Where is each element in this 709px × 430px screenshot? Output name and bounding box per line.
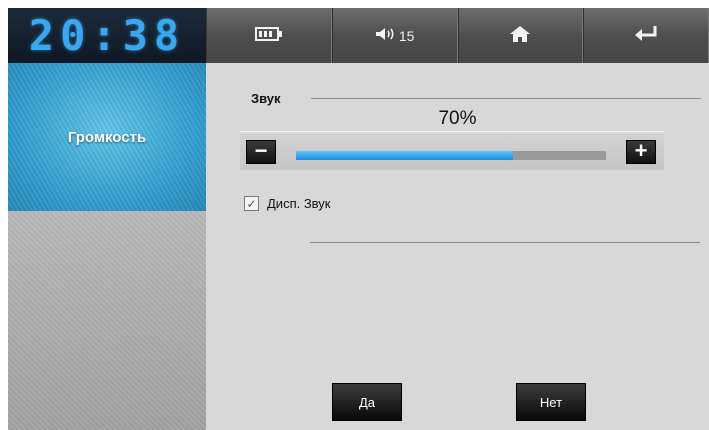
volume-slider-fill: [296, 151, 513, 160]
section-divider-bottom: [310, 242, 700, 243]
display-sound-row[interactable]: ✓ Дисп. Звук: [244, 196, 331, 211]
display-sound-label: Дисп. Звук: [267, 196, 331, 211]
increase-volume-button[interactable]: +: [626, 140, 656, 164]
volume-settings-panel: Звук 70% − + ✓ Дисп. Звук Да Нет: [206, 63, 709, 430]
yes-button[interactable]: Да: [332, 383, 402, 421]
speaker-icon: [375, 27, 397, 44]
back-arrow-icon: [633, 25, 659, 46]
battery-button[interactable]: [206, 8, 332, 63]
volume-percent: 70%: [438, 108, 477, 129]
clock-display: 20:38: [8, 8, 206, 63]
display-sound-checkbox[interactable]: ✓: [244, 196, 259, 211]
decrease-volume-button[interactable]: −: [246, 140, 276, 164]
no-button[interactable]: Нет: [516, 383, 586, 421]
volume-button[interactable]: 15: [331, 8, 458, 63]
top-bar: 15: [206, 8, 709, 63]
volume-slider[interactable]: [296, 151, 606, 160]
section-divider: [311, 98, 701, 99]
sidebar-item-label: Громкость: [67, 128, 147, 146]
home-button[interactable]: [457, 8, 584, 63]
battery-icon: [254, 27, 283, 44]
section-title: Звук: [251, 91, 281, 106]
back-button[interactable]: [583, 8, 709, 63]
volume-slider-row: − +: [240, 134, 664, 170]
home-icon: [509, 25, 531, 46]
sidebar-item-volume[interactable]: Громкость: [8, 63, 206, 211]
screen: 20:38 Громкость 15 Звук 70% − + ✓ Дисп. …: [0, 0, 709, 430]
percent-underline: [240, 131, 664, 132]
volume-value: 15: [398, 27, 415, 44]
clock-time: 20:38: [28, 11, 186, 60]
